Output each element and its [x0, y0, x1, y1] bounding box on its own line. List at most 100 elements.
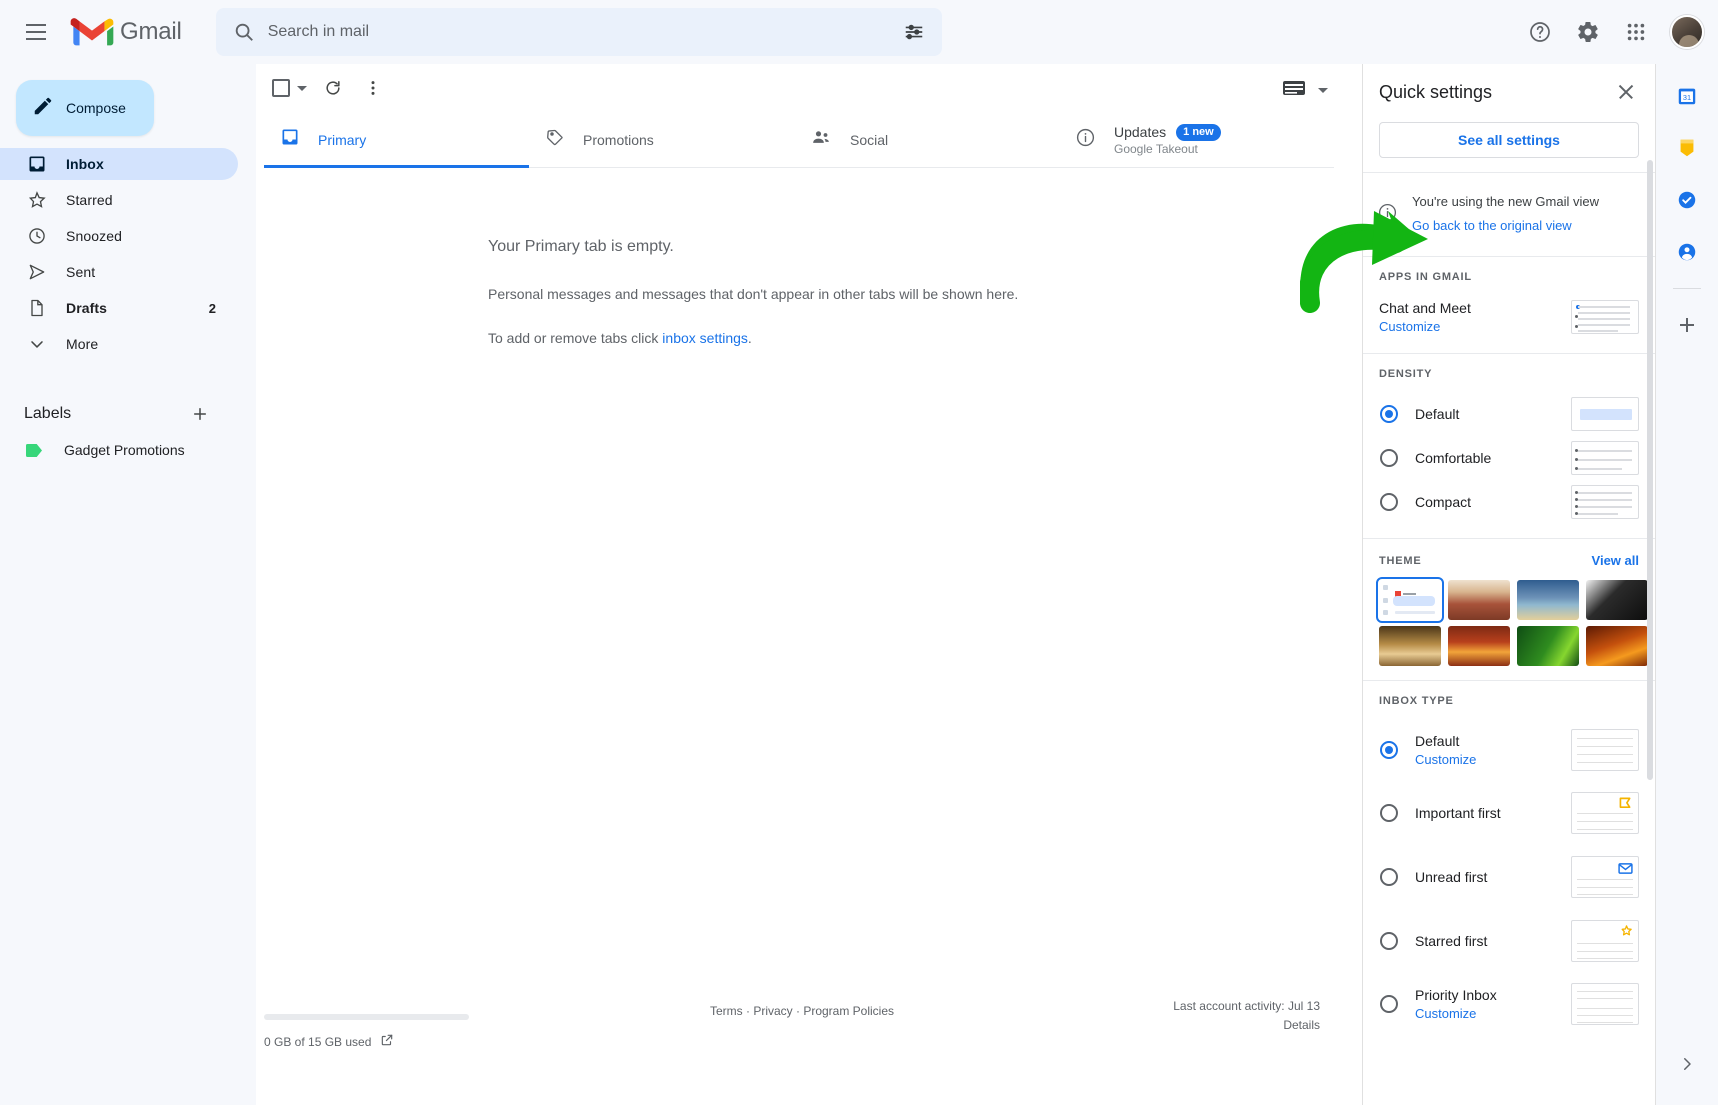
radio-button[interactable]	[1380, 405, 1398, 423]
theme-thumbnail-sunset-canyon[interactable]	[1448, 626, 1510, 666]
inbox-default-customize-link[interactable]: Customize	[1415, 752, 1476, 767]
svg-text:31: 31	[1683, 93, 1691, 102]
density-option-comfortable[interactable]: Comfortable	[1379, 436, 1639, 480]
density-compact-preview[interactable]	[1571, 485, 1639, 519]
plus-icon[interactable]	[1667, 305, 1707, 345]
scrollbar-thumb[interactable]	[1647, 160, 1653, 780]
chat-customize-link[interactable]: Customize	[1379, 319, 1471, 334]
compose-button[interactable]: Compose	[16, 80, 154, 136]
theme-thumbnail-default-gmail[interactable]	[1379, 580, 1441, 620]
sidebar-label-gadget-promotions[interactable]: Gadget Promotions	[0, 434, 238, 466]
empty-state-line-2-prefix: To add or remove tabs click	[488, 330, 662, 346]
account-activity-label: Last account activity: Jul 13	[1173, 999, 1320, 1013]
tab-promotions[interactable]: Promotions	[529, 112, 794, 167]
inbox-default-preview[interactable]	[1571, 729, 1639, 771]
chevron-right-icon[interactable]	[1672, 1049, 1702, 1079]
search-input[interactable]	[268, 23, 894, 41]
sidebar-item-inbox[interactable]: Inbox	[0, 148, 238, 180]
google-apps-grid-icon[interactable]	[1614, 10, 1658, 54]
radio-button[interactable]	[1380, 741, 1398, 759]
radio-button[interactable]	[1380, 449, 1398, 467]
chat-layout-preview[interactable]	[1571, 300, 1639, 334]
open-in-new-icon[interactable]	[380, 1033, 394, 1050]
chevron-down-icon[interactable]	[297, 86, 307, 91]
inbox-unread-preview[interactable]	[1571, 856, 1639, 898]
storage-progress-bar	[264, 1014, 469, 1020]
hamburger-menu-icon[interactable]	[12, 8, 60, 56]
footer-policy-links[interactable]: Terms · Privacy · Program Policies	[652, 1004, 952, 1018]
gmail-brand[interactable]: Gmail	[70, 16, 182, 48]
density-option-default[interactable]: Default	[1379, 392, 1639, 436]
more-vertical-icon[interactable]	[353, 68, 393, 108]
plus-icon[interactable]	[184, 398, 216, 430]
account-avatar[interactable]	[1670, 15, 1704, 49]
new-view-notice: You're using the new Gmail view Go back …	[1363, 173, 1655, 256]
calendar-icon[interactable]: 31	[1667, 76, 1707, 116]
inbox-important-preview[interactable]	[1571, 792, 1639, 834]
priority-inbox-customize-link[interactable]: Customize	[1415, 1006, 1497, 1021]
gear-icon[interactable]	[1566, 10, 1610, 54]
inbox-type-option-default[interactable]: Default Customize	[1379, 719, 1639, 781]
theme-thumbnail-green-leaf[interactable]	[1517, 626, 1579, 666]
section-title: THEME	[1379, 555, 1422, 567]
panel-title: Quick settings	[1379, 82, 1492, 103]
sidebar-item-drafts[interactable]: Drafts 2	[0, 292, 238, 324]
search-options-icon[interactable]	[894, 12, 934, 52]
theme-thumbnail-chess[interactable]	[1379, 626, 1441, 666]
density-comfortable-preview[interactable]	[1571, 441, 1639, 475]
section-title: APPS IN GMAIL	[1379, 271, 1472, 283]
theme-thumbnail-ember[interactable]	[1586, 626, 1648, 666]
mail-list-panel: Primary Promotions Social	[256, 64, 1342, 1074]
search-icon[interactable]	[220, 8, 268, 56]
checkbox-icon[interactable]	[272, 79, 290, 97]
tab-updates[interactable]: Updates 1 new Google Takeout	[1059, 112, 1324, 167]
density-option-compact[interactable]: Compact	[1379, 480, 1639, 524]
chat-and-meet-option[interactable]: Chat and Meet Customize	[1379, 295, 1639, 339]
tab-social[interactable]: Social	[794, 112, 1059, 167]
inbox-category-tabs: Primary Promotions Social	[264, 112, 1334, 168]
sidebar-item-sent[interactable]: Sent	[0, 256, 238, 288]
tab-primary[interactable]: Primary	[264, 112, 529, 167]
radio-button[interactable]	[1380, 493, 1398, 511]
display-density-button[interactable]	[1283, 80, 1328, 101]
keep-icon[interactable]	[1667, 128, 1707, 168]
help-circle-icon[interactable]	[1518, 10, 1562, 54]
inbox-type-option-priority-inbox[interactable]: Priority Inbox Customize	[1379, 973, 1639, 1035]
inbox-priority-preview[interactable]	[1571, 983, 1639, 1025]
sidebar-item-more[interactable]: More	[0, 328, 238, 360]
radio-button[interactable]	[1380, 804, 1398, 822]
refresh-button[interactable]	[313, 68, 353, 108]
go-back-original-view-link[interactable]: Go back to the original view	[1412, 214, 1599, 238]
theme-thumbnail-canyon[interactable]	[1448, 580, 1510, 620]
radio-button[interactable]	[1380, 868, 1398, 886]
tab-subtitle: Google Takeout	[1114, 142, 1221, 156]
tasks-icon[interactable]	[1667, 180, 1707, 220]
chevron-down-icon[interactable]	[1318, 88, 1328, 93]
theme-thumbnail-grid	[1379, 580, 1639, 666]
sidebar-label-name: Gadget Promotions	[64, 442, 185, 458]
theme-thumbnail-beach[interactable]	[1517, 580, 1579, 620]
density-default-preview[interactable]	[1571, 397, 1639, 431]
send-icon	[26, 262, 48, 282]
chevron-down-icon	[26, 334, 48, 354]
panel-scrollbar[interactable]	[1647, 160, 1653, 780]
sidebar-item-snoozed[interactable]: Snoozed	[0, 220, 238, 252]
inbox-settings-link[interactable]: inbox settings	[662, 330, 748, 346]
sidebar-item-starred[interactable]: Starred	[0, 184, 238, 216]
theme-view-all-link[interactable]: View all	[1592, 553, 1639, 568]
radio-button[interactable]	[1380, 932, 1398, 950]
see-all-settings-button[interactable]: See all settings	[1379, 122, 1639, 158]
tag-icon	[545, 127, 565, 152]
account-activity-details-link[interactable]: Details	[1173, 1018, 1320, 1032]
theme-thumbnail-dark-waves[interactable]	[1586, 580, 1648, 620]
search-bar[interactable]	[216, 8, 942, 56]
inbox-type-option-important-first[interactable]: Important first	[1379, 781, 1639, 845]
inbox-type-option-starred-first[interactable]: Starred first	[1379, 909, 1639, 973]
contacts-icon[interactable]	[1667, 232, 1707, 272]
inbox-starred-preview[interactable]	[1571, 920, 1639, 962]
inbox-type-option-unread-first[interactable]: Unread first	[1379, 845, 1639, 909]
option-label: Default	[1415, 733, 1476, 749]
radio-button[interactable]	[1380, 995, 1398, 1013]
close-icon[interactable]	[1611, 77, 1641, 107]
select-all-checkbox[interactable]	[272, 79, 307, 97]
